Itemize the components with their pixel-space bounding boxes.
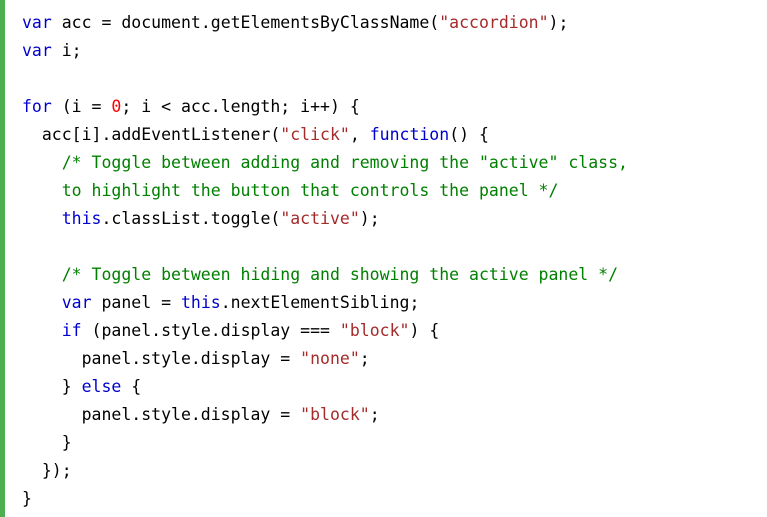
code-text: panel.style.display = (22, 349, 301, 368)
code-keyword: function (369, 125, 450, 144)
code-line: to highlight the button that controls th… (22, 177, 628, 205)
code-accent-bar (0, 0, 5, 517)
code-text: }); (22, 461, 72, 480)
code-string: "none" (300, 349, 360, 368)
code-keyword: this (61, 209, 102, 228)
code-string: "block" (339, 321, 410, 340)
code-text: ); (548, 13, 569, 32)
code-line: var panel = this.nextElementSibling; (22, 289, 628, 317)
code-line: } (22, 485, 628, 513)
code-line: /* Toggle between hiding and showing the… (22, 261, 628, 289)
code-example-panel: var acc = document.getElementsByClassNam… (0, 0, 767, 517)
code-line: panel.style.display = "none"; (22, 345, 628, 373)
code-string: "click" (280, 125, 350, 144)
code-line: var acc = document.getElementsByClassNam… (22, 9, 628, 37)
code-text: ); (359, 209, 380, 228)
code-line: panel.style.display = "block"; (22, 401, 628, 429)
code-keyword: var (22, 41, 52, 60)
code-text: } (22, 433, 72, 452)
code-line: for (i = 0; i < acc.length; i++) { (22, 93, 628, 121)
code-keyword: if (61, 321, 82, 340)
code-line: this.classList.toggle("active"); (22, 205, 628, 233)
code-text: } (22, 489, 32, 508)
code-keyword: else (81, 377, 122, 396)
code-text: { (121, 377, 142, 396)
code-keyword: var (22, 13, 52, 32)
code-comment: to highlight the button that controls th… (22, 181, 559, 200)
code-comment: /* Toggle between adding and removing th… (22, 153, 628, 172)
code-text: ; i < acc.length; i++) { (121, 97, 360, 116)
code-keyword: var (61, 293, 92, 312)
code-line: } else { (22, 373, 628, 401)
code-text: ; (359, 349, 370, 368)
code-string: "block" (300, 405, 370, 424)
code-text: } (22, 377, 82, 396)
code-string: "active" (280, 209, 360, 228)
code-keyword: for (22, 97, 52, 116)
code-text: (i = (51, 97, 112, 116)
code-line: var i; (22, 37, 628, 65)
code-text: panel = (91, 293, 181, 312)
code-text: .nextElementSibling; (220, 293, 420, 312)
code-text: , (349, 125, 370, 144)
code-text: (panel.style.display === (81, 321, 340, 340)
code-text: acc[i].addEventListener( (22, 125, 281, 144)
code-line: }); (22, 457, 628, 485)
code-line: acc[i].addEventListener("click", functio… (22, 121, 628, 149)
code-line: /* Toggle between adding and removing th… (22, 149, 628, 177)
code-line: if (panel.style.display === "block") { (22, 317, 628, 345)
code-text: ) { (409, 321, 440, 340)
code-string: "accordion" (439, 13, 549, 32)
code-keyword: this (180, 293, 221, 312)
code-number: 0 (111, 97, 122, 116)
code-line: } (22, 429, 628, 457)
code-block: var acc = document.getElementsByClassNam… (22, 9, 628, 513)
code-text: () { (449, 125, 489, 144)
code-comment: /* Toggle between hiding and showing the… (22, 265, 619, 284)
code-text: ; (369, 405, 380, 424)
code-text: .classList.toggle( (101, 209, 281, 228)
code-text: i; (51, 41, 82, 60)
code-text: panel.style.display = (22, 405, 301, 424)
code-text: acc = document.getElementsByClassName( (51, 13, 440, 32)
